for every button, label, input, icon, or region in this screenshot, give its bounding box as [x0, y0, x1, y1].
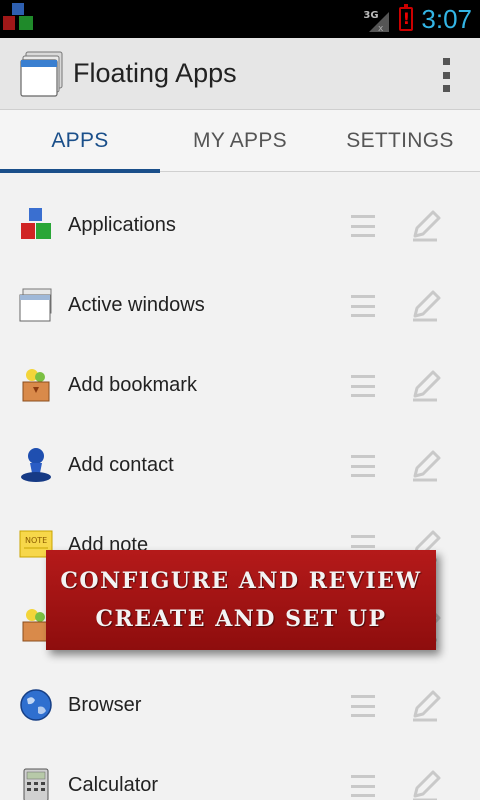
contact-stamp-icon — [21, 448, 51, 482]
svg-text:x: x — [378, 24, 384, 34]
calculator-icon — [23, 768, 49, 800]
drag-handle-icon[interactable] — [351, 375, 375, 397]
tab-my-apps[interactable]: MY APPS — [160, 110, 320, 172]
pencil-icon[interactable] — [407, 206, 445, 244]
drag-handle-icon[interactable] — [351, 775, 375, 797]
pencil-icon[interactable] — [407, 366, 445, 404]
status-bar: 3G x ! 3:07 — [0, 0, 480, 38]
list-item-label: Active windows — [68, 294, 205, 316]
signal-icon: 3G x — [363, 4, 391, 34]
list-item[interactable]: Browser — [0, 667, 480, 747]
windows-stack-icon — [19, 288, 52, 322]
colored-cubes-icon — [21, 208, 51, 239]
pencil-icon[interactable] — [407, 286, 445, 324]
drag-handle-icon[interactable] — [351, 695, 375, 717]
apps-list: Applications Active windows Add bookmark — [0, 187, 480, 800]
tab-settings[interactable]: SETTINGS — [320, 110, 480, 172]
pencil-icon[interactable] — [407, 686, 445, 724]
status-indicators: 3G x ! 3:07 — [363, 0, 472, 38]
drag-handle-icon[interactable] — [351, 455, 375, 477]
banner-line-2: CREATE AND SET UP — [95, 606, 387, 632]
drag-handle-icon[interactable] — [351, 295, 375, 317]
floating-windows-icon[interactable] — [20, 50, 66, 98]
bookmark-box-icon — [22, 369, 50, 402]
pencil-icon[interactable] — [407, 446, 445, 484]
overflow-menu-icon[interactable] — [440, 58, 452, 92]
battery-alert-icon: ! — [399, 4, 414, 31]
tab-apps[interactable]: APPS — [0, 110, 160, 173]
globe-icon — [20, 689, 52, 721]
app-title: Floating Apps — [73, 58, 237, 88]
list-item[interactable]: Applications — [0, 187, 480, 267]
banner-line-1: CONFIGURE AND REVIEW — [60, 568, 422, 594]
clock: 3:07 — [421, 3, 472, 34]
list-item[interactable]: Active windows — [0, 267, 480, 347]
notification-cubes-icon — [3, 3, 33, 30]
tab-bar: APPS MY APPS SETTINGS — [0, 110, 480, 173]
svg-text:NOTE: NOTE — [25, 536, 47, 545]
list-item-label: Add contact — [68, 454, 174, 476]
list-item-label: Browser — [68, 694, 142, 716]
action-bar: Floating Apps — [0, 38, 480, 110]
list-item[interactable]: Add contact — [0, 427, 480, 507]
list-item-label: Calculator — [68, 774, 159, 796]
list-item-label: Applications — [68, 214, 176, 236]
list-item-label: Add bookmark — [68, 374, 197, 396]
drag-handle-icon[interactable] — [351, 215, 375, 237]
promo-banner: CONFIGURE AND REVIEW CREATE AND SET UP — [46, 550, 436, 650]
pencil-icon[interactable] — [407, 766, 445, 800]
list-item[interactable]: Calculator — [0, 747, 480, 800]
list-item[interactable]: Add bookmark — [0, 347, 480, 427]
